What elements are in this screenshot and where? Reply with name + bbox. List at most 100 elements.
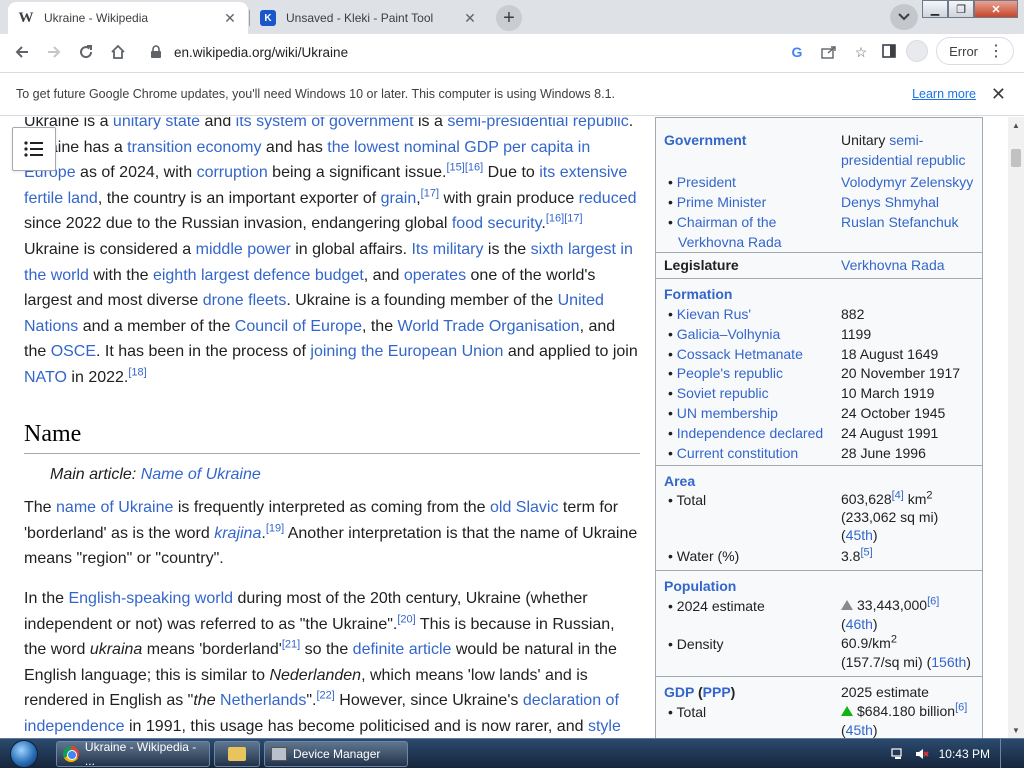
- tab-search-button[interactable]: [890, 4, 918, 30]
- formation-link[interactable]: Current constitution: [677, 445, 798, 461]
- article-link[interactable]: middle power: [196, 241, 291, 258]
- population-rank-link[interactable]: 46th: [846, 616, 873, 632]
- bookmark-star-icon[interactable]: ☆: [852, 43, 870, 61]
- president-link[interactable]: President: [677, 174, 736, 190]
- chairman-link[interactable]: Chairman of the Verkhovna Rada: [677, 214, 782, 250]
- formation-link[interactable]: People's republic: [677, 365, 783, 381]
- lock-icon[interactable]: [148, 44, 164, 60]
- prime-minister-link[interactable]: Prime Minister: [677, 194, 766, 210]
- article-link[interactable]: the lowest nominal GDP per capita in Eur…: [24, 139, 590, 182]
- reload-button[interactable]: [70, 36, 102, 68]
- density-rank-link[interactable]: 156th: [931, 654, 966, 670]
- article-link[interactable]: reduced: [579, 190, 637, 207]
- article-link[interactable]: corruption: [197, 164, 268, 181]
- citation-link[interactable]: [6]: [927, 595, 939, 607]
- ppp-link[interactable]: PPP: [703, 684, 731, 700]
- gdp-rank-link[interactable]: 45th: [846, 722, 873, 738]
- close-window-button[interactable]: ✕: [974, 0, 1018, 18]
- legislature-link[interactable]: Verkhovna Rada: [841, 257, 945, 273]
- taskbar-chrome[interactable]: Ukraine - Wikipedia - ...: [56, 740, 210, 768]
- article-link[interactable]: Netherlands: [220, 692, 306, 709]
- citation-link[interactable]: [21]: [282, 639, 300, 651]
- article-link[interactable]: unitary state: [113, 117, 200, 130]
- network-icon[interactable]: [891, 748, 905, 760]
- citation-link[interactable]: [17]: [421, 187, 439, 199]
- infobox-government-label[interactable]: Government: [664, 130, 746, 150]
- url-text[interactable]: en.wikipedia.org/wiki/Ukraine: [174, 45, 788, 60]
- article-link[interactable]: name of Ukraine: [56, 499, 173, 516]
- citation-link[interactable]: [16]: [465, 162, 483, 174]
- article-link[interactable]: definite article: [353, 641, 452, 658]
- article-link[interactable]: World Trade Organisation: [398, 318, 580, 335]
- article-link[interactable]: grain: [381, 190, 417, 207]
- article-link[interactable]: Its military: [411, 241, 483, 258]
- article-link[interactable]: transition economy: [127, 139, 261, 156]
- article-link[interactable]: operates: [404, 267, 466, 284]
- citation-link[interactable]: [22]: [316, 690, 334, 702]
- infobox-area-label[interactable]: Area: [664, 471, 695, 491]
- article-link[interactable]: its system of government: [236, 117, 414, 130]
- share-icon[interactable]: [820, 43, 838, 61]
- infobox-population-label[interactable]: Population: [664, 576, 736, 596]
- article-link[interactable]: English-speaking world: [68, 590, 233, 607]
- minimize-button[interactable]: ▁: [922, 0, 948, 18]
- article-link[interactable]: joining the European Union: [310, 343, 503, 360]
- clock[interactable]: 10:43 PM: [939, 747, 990, 761]
- new-tab-button[interactable]: +: [496, 5, 522, 31]
- citation-link[interactable]: [18]: [128, 367, 146, 379]
- forward-button[interactable]: [38, 36, 70, 68]
- formation-link[interactable]: Kievan Rus': [677, 306, 751, 322]
- article-link[interactable]: OSCE: [51, 343, 96, 360]
- profile-avatar[interactable]: [906, 40, 929, 62]
- article-link[interactable]: krajina: [214, 525, 261, 542]
- hatnote-link[interactable]: Name of Ukraine: [141, 466, 261, 483]
- home-button[interactable]: [102, 36, 134, 68]
- article-link[interactable]: eighth largest defence budget: [153, 267, 364, 284]
- maximize-button[interactable]: ❐: [948, 0, 974, 18]
- close-icon[interactable]: ✕: [222, 10, 238, 26]
- article-link[interactable]: food security: [452, 215, 542, 232]
- scroll-down-arrow-icon[interactable]: ▼: [1008, 722, 1024, 738]
- close-icon[interactable]: ✕: [991, 84, 1006, 105]
- side-panel-icon[interactable]: [880, 42, 898, 60]
- error-button[interactable]: Error ⋮: [936, 37, 1014, 65]
- citation-link[interactable]: [6]: [955, 701, 967, 713]
- formation-link[interactable]: Cossack Hetmanate: [677, 346, 803, 362]
- gdp-link[interactable]: GDP: [664, 684, 694, 700]
- tab-ukraine-wikipedia[interactable]: W Ukraine - Wikipedia ✕: [8, 2, 248, 34]
- address-bar[interactable]: en.wikipedia.org/wiki/Ukraine G ☆: [140, 37, 880, 67]
- formation-link[interactable]: UN membership: [677, 405, 778, 421]
- citation-link[interactable]: [15]: [447, 162, 465, 174]
- back-button[interactable]: [6, 36, 38, 68]
- page-scrollbar[interactable]: ▲ ▼: [1008, 117, 1024, 738]
- table-of-contents-button[interactable]: [12, 127, 56, 171]
- infobox-formation-label[interactable]: Formation: [664, 284, 732, 304]
- show-desktop-button[interactable]: [1000, 739, 1010, 768]
- start-button[interactable]: [4, 739, 44, 768]
- area-rank-link[interactable]: 45th: [846, 527, 873, 543]
- article-link[interactable]: NATO: [24, 369, 67, 386]
- chairman-name-link[interactable]: Ruslan Stefanchuk: [841, 214, 959, 230]
- citation-link[interactable]: [4]: [892, 489, 904, 501]
- article-link[interactable]: old Slavic: [490, 499, 558, 516]
- article-link[interactable]: semi-presidential republic: [447, 117, 628, 130]
- tab-kleki[interactable]: K Unsaved - Kleki - Paint Tool ✕: [250, 2, 488, 34]
- citation-link[interactable]: [19]: [266, 522, 284, 534]
- formation-link[interactable]: Independence declared: [677, 425, 823, 441]
- article-link[interactable]: drone fleets: [203, 292, 287, 309]
- article-link[interactable]: its extensive fertile land: [24, 164, 627, 207]
- taskbar-explorer[interactable]: [214, 741, 260, 767]
- citation-link[interactable]: [16]: [546, 213, 564, 225]
- prime-minister-name-link[interactable]: Denys Shmyhal: [841, 194, 939, 210]
- taskbar-device-manager[interactable]: Device Manager: [264, 741, 408, 767]
- formation-link[interactable]: Galicia–Volhynia: [677, 326, 781, 342]
- article-link[interactable]: Council of Europe: [235, 318, 362, 335]
- president-name-link[interactable]: Volodymyr Zelenskyy: [841, 174, 973, 190]
- close-icon[interactable]: ✕: [462, 10, 478, 26]
- citation-link[interactable]: [20]: [397, 613, 415, 625]
- google-lens-icon[interactable]: G: [788, 43, 806, 61]
- citation-link[interactable]: [5]: [860, 546, 872, 558]
- learn-more-link[interactable]: Learn more: [912, 87, 976, 101]
- scroll-up-arrow-icon[interactable]: ▲: [1008, 117, 1024, 133]
- citation-link[interactable]: [17]: [564, 213, 582, 225]
